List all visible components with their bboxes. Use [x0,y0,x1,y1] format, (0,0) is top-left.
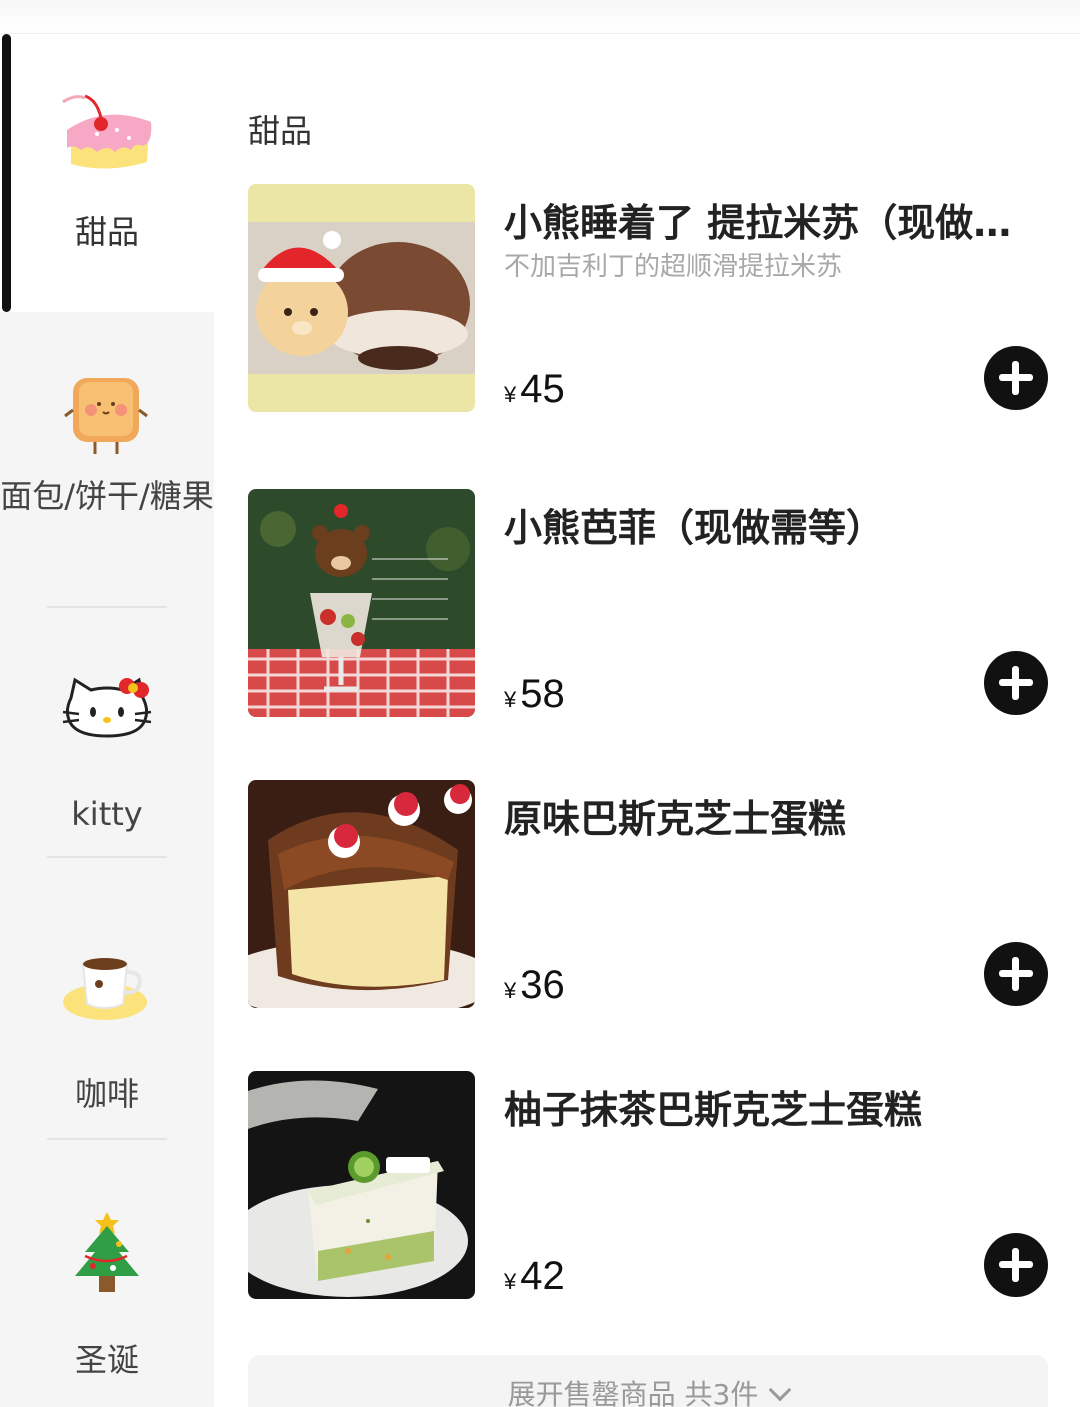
product-card[interactable]: 小熊睡着了 提拉米苏（现做… 不加吉利丁的超顺滑提拉米苏 ¥45 [248,184,1048,412]
hello-kitty-icon [57,668,157,768]
top-status-strip [0,0,1080,34]
product-image-basque-cheesecake[interactable] [248,780,475,1008]
price-value: 58 [520,672,565,716]
product-card[interactable]: 小熊芭菲（现做需等） ¥58 [248,489,1048,717]
sidebar-item-coffee[interactable]: 咖啡 [0,860,214,1138]
currency-symbol: ¥ [504,978,517,1003]
product-name: 柚子抹茶巴斯克芝士蛋糕 [504,1088,923,1132]
product-image-parfait[interactable] [248,489,475,717]
expand-sold-out-label: 展开售罄商品 共3件 [507,1378,759,1407]
add-to-cart-button[interactable] [984,1233,1048,1297]
product-price: ¥42 [504,1254,565,1299]
sidebar-item-kitty[interactable]: kitty [0,610,214,856]
product-price: ¥36 [504,963,565,1008]
product-name: 原味巴斯克芝士蛋糕 [504,797,847,841]
sidebar-item-label: kitty [71,795,143,833]
cake-icon [57,90,157,190]
currency-symbol: ¥ [504,382,517,407]
currency-symbol: ¥ [504,687,517,712]
price-value: 45 [520,367,565,411]
expand-sold-out-button[interactable]: 展开售罄商品 共3件 [248,1355,1048,1407]
currency-symbol: ¥ [504,1269,517,1294]
coffee-cup-icon [57,942,157,1042]
christmas-tree-icon [57,1204,157,1304]
price-value: 36 [520,963,565,1007]
product-name: 小熊芭菲（现做需等） [504,506,885,550]
bread-icon [57,370,157,470]
product-price: ¥58 [504,672,565,717]
sidebar-divider [47,1138,167,1140]
product-image-yuzu-matcha-cheesecake[interactable] [248,1071,475,1299]
product-description: 不加吉利丁的超顺滑提拉米苏 [504,252,843,282]
sidebar-divider [47,606,167,608]
sidebar-item-label: 圣诞 [74,1341,139,1379]
add-to-cart-button[interactable] [984,942,1048,1006]
product-card[interactable]: 原味巴斯克芝士蛋糕 ¥36 [248,780,1048,1008]
product-card[interactable]: 柚子抹茶巴斯克芝士蛋糕 ¥42 [248,1071,1048,1299]
sidebar-item-christmas[interactable]: 圣诞 [0,1142,214,1407]
product-image-tiramisu[interactable] [248,184,475,412]
add-to-cart-button[interactable] [984,346,1048,410]
price-value: 42 [520,1254,565,1298]
section-title: 甜品 [248,112,313,150]
sidebar-item-label: 甜品 [74,213,139,251]
chevron-down-icon [769,1378,792,1402]
sidebar-item-label: 面包/饼干/糖果 [0,477,214,515]
product-price: ¥45 [504,367,565,412]
sidebar-divider [47,856,167,858]
category-sidebar: 甜品 面包/饼干/糖果 kitty 咖啡 圣诞 [0,34,214,1407]
add-to-cart-button[interactable] [984,651,1048,715]
product-name: 小熊睡着了 提拉米苏（现做… [504,201,1012,245]
sidebar-item-bread-cookies-candy[interactable]: 面包/饼干/糖果 [0,334,214,604]
sidebar-item-desserts[interactable]: 甜品 [0,34,214,312]
active-indicator [2,34,11,312]
sidebar-item-label: 咖啡 [74,1075,139,1113]
